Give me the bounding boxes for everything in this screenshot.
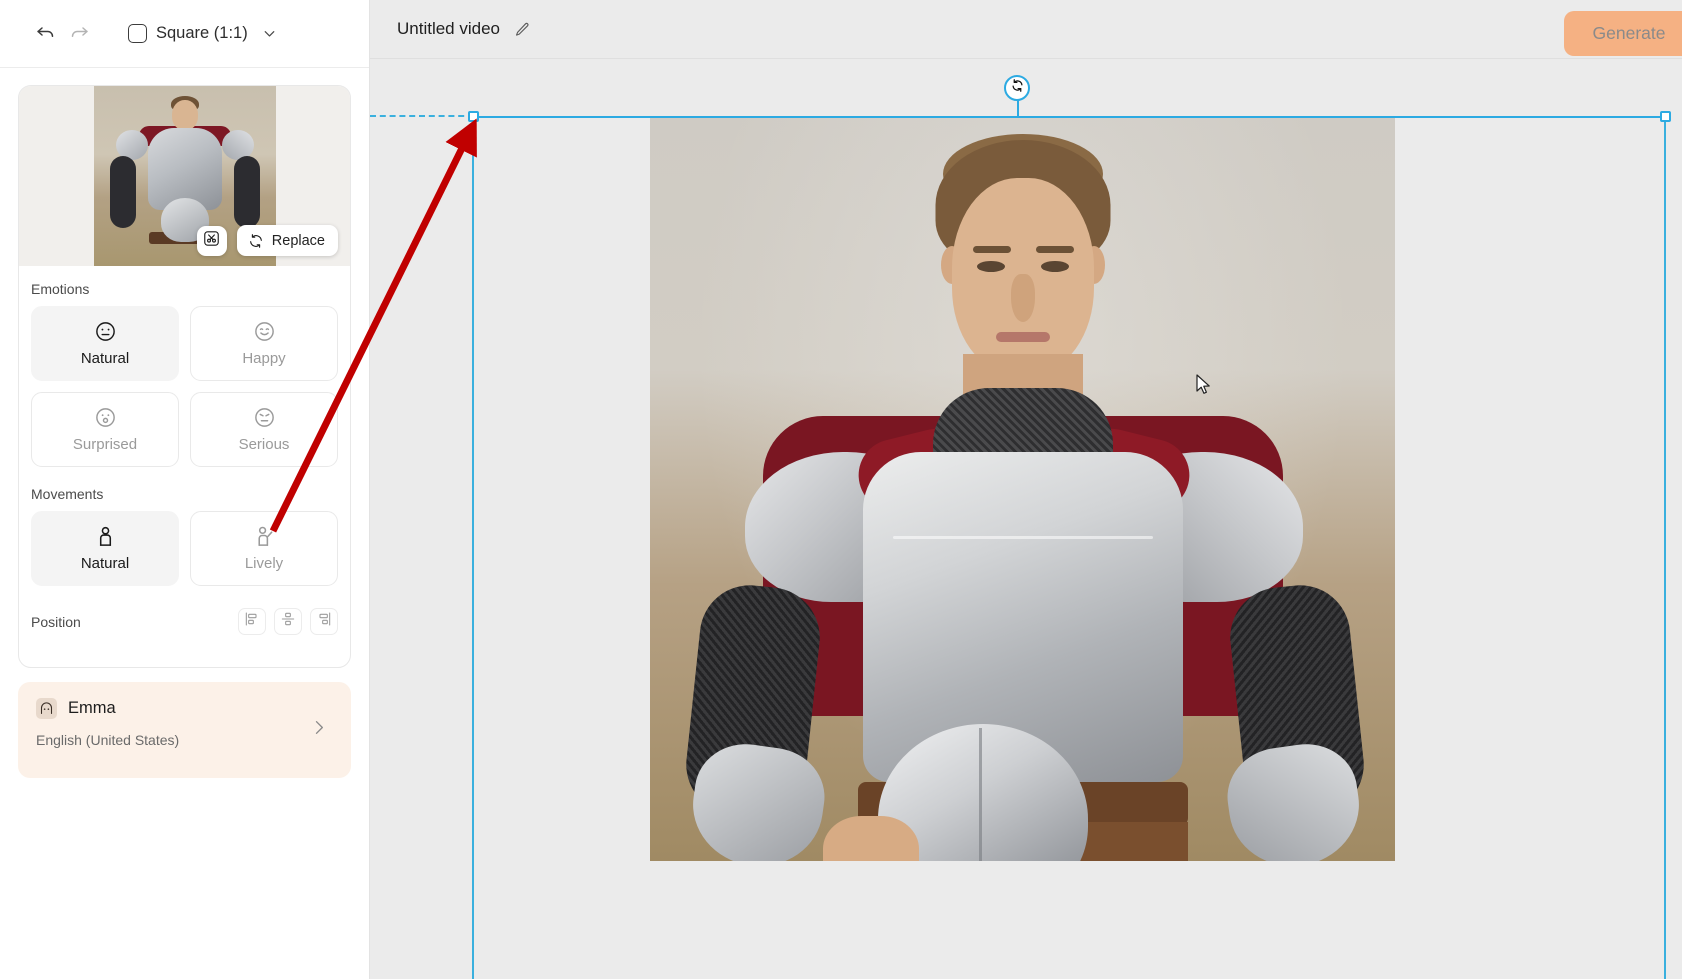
emotion-option-surprised[interactable]: Surprised xyxy=(31,392,179,467)
movements-grid: Natural Lively xyxy=(31,511,338,586)
selection-border-top xyxy=(473,116,1666,118)
emotion-option-label: Natural xyxy=(80,350,130,367)
voice-card[interactable]: Emma English (United States) xyxy=(18,682,351,778)
align-right-icon xyxy=(316,611,332,632)
replace-button[interactable]: Replace xyxy=(236,225,338,256)
person-standing-icon xyxy=(94,525,117,548)
selection-guide-dashed xyxy=(370,115,474,117)
left-panel: Square (1:1) Replace Emotions Natural Ha… xyxy=(0,0,370,979)
undo-icon xyxy=(35,21,56,47)
face-serious-icon xyxy=(253,406,276,429)
app-root: Square (1:1) Replace Emotions Natural Ha… xyxy=(0,0,1682,979)
align-left-icon xyxy=(244,611,260,632)
chevron-right-icon[interactable] xyxy=(309,718,329,743)
emotion-option-happy[interactable]: Happy xyxy=(190,306,338,381)
rotate-icon xyxy=(1010,78,1025,98)
page-title: Untitled video xyxy=(397,19,501,38)
avatar-image-card: Replace Emotions Natural Happy Surprised… xyxy=(18,85,351,668)
face-smile-icon xyxy=(253,320,276,343)
canvas-area: Untitled video Generate xyxy=(370,0,1682,979)
redo-button[interactable] xyxy=(62,17,96,51)
voice-language: English (United States) xyxy=(36,732,180,748)
voice-header: Emma xyxy=(36,698,333,719)
generate-button[interactable]: Generate xyxy=(1564,11,1682,56)
emotion-option-label: Serious xyxy=(238,436,290,453)
position-label: Position xyxy=(31,613,81,630)
emotion-option-serious[interactable]: Serious xyxy=(190,392,338,467)
left-panel-toolbar: Square (1:1) xyxy=(0,0,369,68)
movement-option-natural[interactable]: Natural xyxy=(31,511,179,586)
align-center-button[interactable] xyxy=(274,608,302,635)
movements-label: Movements xyxy=(31,486,104,502)
movement-option-label: Natural xyxy=(80,555,130,572)
selection-border-right xyxy=(1664,116,1666,979)
face-surprised-icon xyxy=(94,406,117,429)
square-icon xyxy=(128,24,147,43)
resize-handle-top-left[interactable] xyxy=(468,111,479,122)
emotions-label: Emotions xyxy=(31,281,90,297)
refresh-icon xyxy=(248,233,264,249)
undo-button[interactable] xyxy=(28,17,62,51)
align-right-button[interactable] xyxy=(310,608,338,635)
face-neutral-icon xyxy=(94,320,117,343)
emotion-option-label: Happy xyxy=(242,350,286,367)
emotion-option-natural[interactable]: Natural xyxy=(31,306,179,381)
selection-border-left xyxy=(472,116,474,979)
cut-button[interactable] xyxy=(196,225,227,256)
emotion-option-label: Surprised xyxy=(72,436,138,453)
left-panel-body: Replace Emotions Natural Happy Surprised… xyxy=(0,85,369,668)
chevron-down-icon xyxy=(261,25,278,42)
align-center-icon xyxy=(280,611,296,632)
aspect-ratio-label: Square (1:1) xyxy=(156,24,248,42)
emotions-grid: Natural Happy Surprised Serious xyxy=(31,306,338,467)
resize-handle-top-right[interactable] xyxy=(1660,111,1671,122)
align-left-button[interactable] xyxy=(238,608,266,635)
thumbnail-actions: Replace xyxy=(196,225,338,256)
position-align-group xyxy=(238,608,338,635)
avatar-thumbnail[interactable]: Replace xyxy=(19,86,350,266)
movement-option-lively[interactable]: Lively xyxy=(190,511,338,586)
movement-option-label: Lively xyxy=(244,555,284,572)
cut-scissors-icon xyxy=(203,230,220,252)
redo-icon xyxy=(69,21,90,47)
replace-label: Replace xyxy=(271,232,325,249)
person-waving-icon xyxy=(253,525,276,548)
pencil-icon[interactable] xyxy=(514,21,531,38)
rotate-handle[interactable] xyxy=(1004,75,1030,101)
canvas-top-bar: Untitled video Generate xyxy=(370,0,1682,59)
canvas-avatar-image[interactable] xyxy=(650,116,1395,861)
generate-label: Generate xyxy=(1592,23,1666,43)
voice-name: Emma xyxy=(68,699,116,717)
position-row: Position xyxy=(31,586,338,651)
avatar-icon xyxy=(36,698,57,719)
aspect-ratio-selector[interactable]: Square (1:1) xyxy=(122,20,284,47)
